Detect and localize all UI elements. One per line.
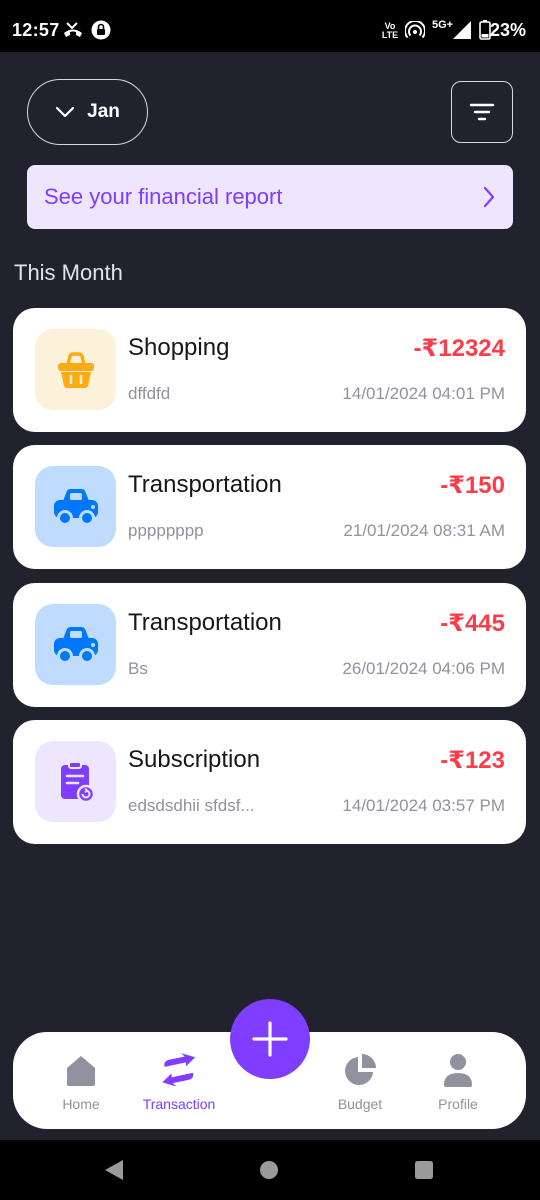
transaction-amount: -₹445 bbox=[440, 610, 505, 637]
financial-report-label: See your financial report bbox=[44, 184, 283, 209]
app-lock-icon bbox=[91, 20, 111, 40]
category-name: Transportation bbox=[128, 609, 282, 636]
system-nav-bar bbox=[0, 1140, 540, 1200]
transaction-description: dffdfd bbox=[128, 384, 171, 403]
category-icon-tile bbox=[35, 329, 116, 410]
transaction-card[interactable]: Subscription edsdsdhii sfdsf... -₹123 14… bbox=[13, 720, 526, 844]
nav-transaction[interactable]: Transaction bbox=[133, 1032, 225, 1129]
month-selector[interactable]: Jan bbox=[27, 79, 148, 145]
hotspot-icon bbox=[405, 21, 425, 39]
month-label: Jan bbox=[87, 101, 120, 122]
chevron-right-icon bbox=[483, 186, 495, 208]
transaction-card[interactable]: Shopping dffdfd -₹12324 14/01/2024 04:01… bbox=[13, 308, 526, 432]
category-icon-tile bbox=[35, 741, 116, 822]
plus-icon bbox=[252, 1021, 288, 1057]
pie-chart-icon bbox=[345, 1054, 376, 1085]
status-bar: 12:57 Vo LTE 5G+ 23% bbox=[0, 0, 540, 52]
filter-button[interactable] bbox=[451, 81, 513, 143]
chevron-down-icon bbox=[56, 106, 75, 118]
recents-icon[interactable] bbox=[414, 1160, 434, 1180]
subscription-icon bbox=[60, 760, 95, 803]
nav-home[interactable]: Home bbox=[51, 1032, 111, 1129]
transaction-description: pppppppp bbox=[128, 521, 204, 540]
transaction-card[interactable]: Transportation Bs -₹445 26/01/2024 04:06… bbox=[13, 583, 526, 707]
home-button-icon[interactable] bbox=[259, 1160, 279, 1180]
transaction-description: edsdsdhii sfdsf... bbox=[128, 796, 255, 815]
back-icon[interactable] bbox=[104, 1159, 124, 1181]
add-transaction-button[interactable] bbox=[230, 999, 310, 1079]
status-time: 12:57 bbox=[12, 20, 60, 40]
category-name: Transportation bbox=[128, 471, 282, 498]
home-icon bbox=[67, 1056, 95, 1086]
nav-profile[interactable]: Profile bbox=[428, 1032, 488, 1129]
transaction-card[interactable]: Transportation pppppppp -₹150 21/01/2024… bbox=[13, 445, 526, 569]
category-name: Subscription bbox=[128, 746, 261, 773]
transaction-datetime: 21/01/2024 08:31 AM bbox=[343, 521, 505, 540]
transaction-amount: -₹150 bbox=[440, 472, 505, 499]
transaction-icon bbox=[162, 1053, 196, 1087]
category-name: Shopping bbox=[128, 334, 230, 361]
car-icon bbox=[53, 626, 98, 664]
nav-budget[interactable]: Budget bbox=[330, 1032, 390, 1129]
signal-icon bbox=[453, 21, 471, 39]
transaction-amount: -₹12324 bbox=[413, 335, 505, 362]
shopping-basket-icon bbox=[57, 351, 94, 388]
car-icon bbox=[53, 488, 98, 526]
filter-icon bbox=[469, 103, 495, 121]
transaction-amount: -₹123 bbox=[440, 747, 505, 774]
user-icon bbox=[444, 1054, 472, 1087]
section-title: This Month bbox=[14, 260, 123, 285]
network-type: 5G+ bbox=[432, 19, 454, 31]
financial-report-banner[interactable]: See your financial report bbox=[27, 165, 513, 229]
nav-transaction-label: Transaction bbox=[142, 1096, 216, 1112]
transactions-screen: Jan See your financial report This Month… bbox=[0, 52, 540, 1140]
transaction-datetime: 14/01/2024 04:01 PM bbox=[342, 384, 505, 403]
missed-call-icon bbox=[64, 22, 82, 37]
volte-indicator: Vo LTE bbox=[381, 21, 399, 40]
battery-percent: 23% bbox=[489, 20, 526, 40]
transaction-datetime: 26/01/2024 04:06 PM bbox=[342, 659, 505, 678]
nav-budget-label: Budget bbox=[337, 1096, 383, 1112]
nav-home-label: Home bbox=[62, 1096, 100, 1112]
transaction-datetime: 14/01/2024 03:57 PM bbox=[342, 796, 505, 815]
category-icon-tile bbox=[35, 466, 116, 547]
transaction-description: Bs bbox=[128, 659, 148, 678]
nav-profile-label: Profile bbox=[438, 1096, 478, 1112]
category-icon-tile bbox=[35, 604, 116, 685]
